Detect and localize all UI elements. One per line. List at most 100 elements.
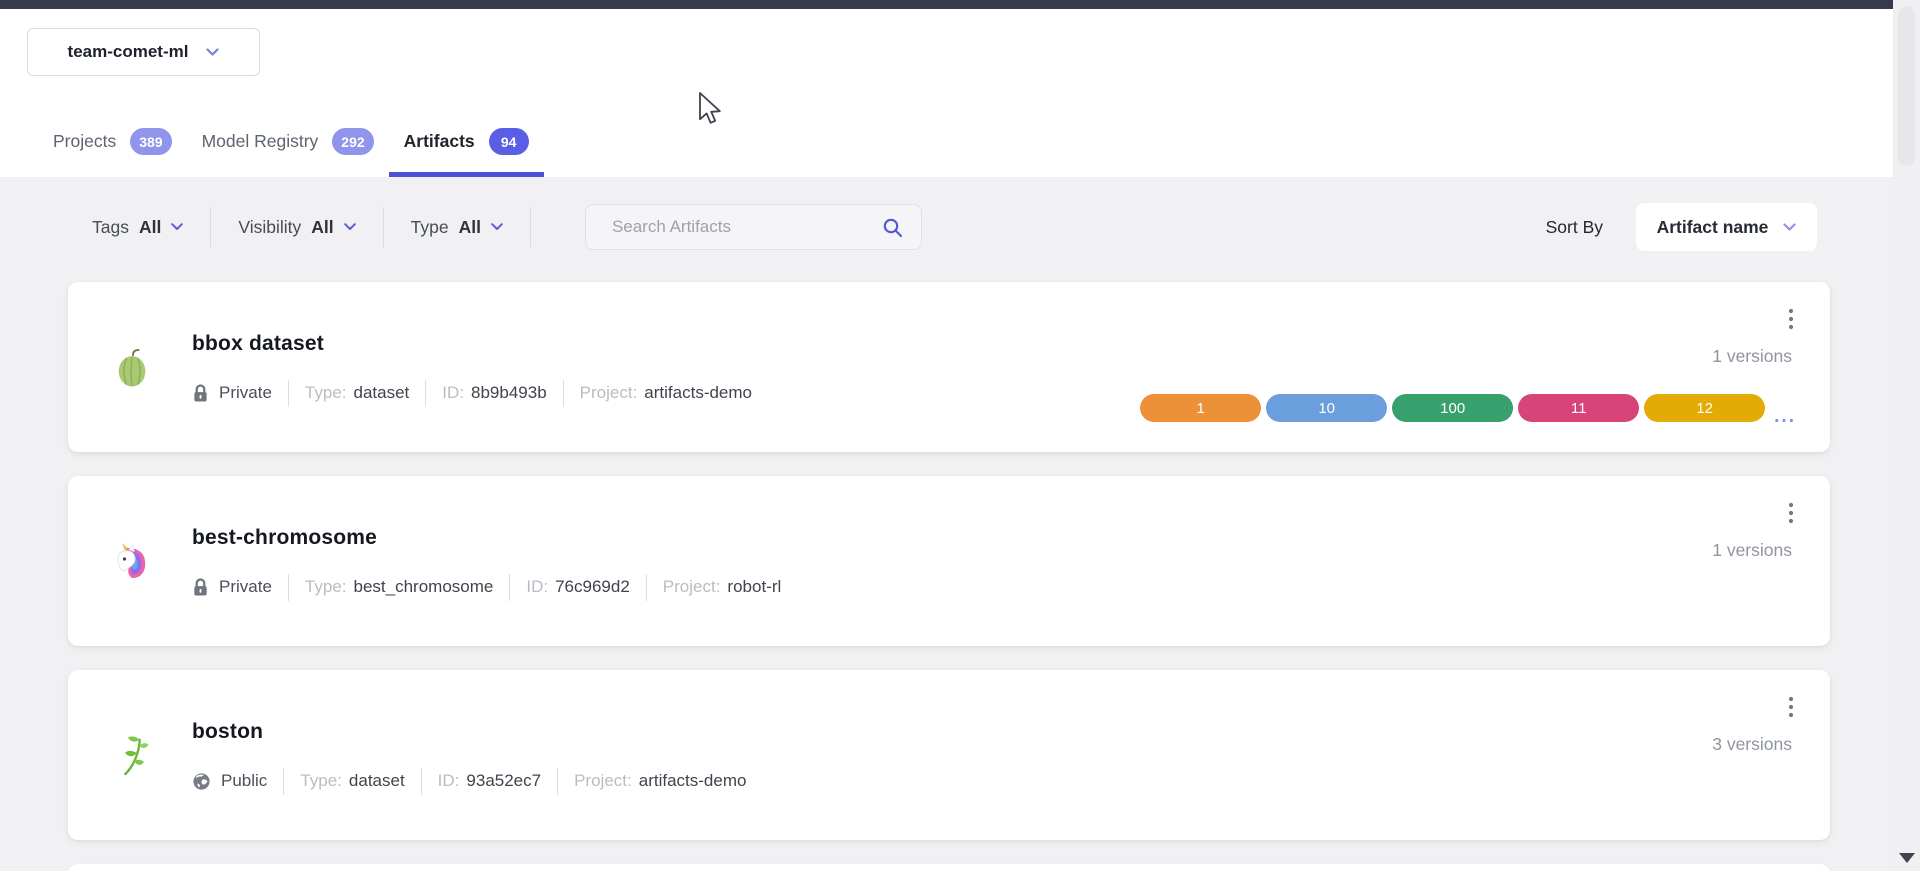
filter-label: Visibility [238,217,301,238]
artifact-emoji [112,733,154,777]
versions-count: 3 versions [1712,734,1792,755]
workspace-header: team-comet-ml Projects 389 Model Registr… [0,9,1893,177]
chevron-down-icon [344,223,356,231]
tag-pill-12[interactable]: 12 [1644,394,1765,422]
artifact-list: bbox dataset Private Type:dataset [68,282,1830,871]
herb-icon [114,733,152,777]
divider [421,768,422,795]
divider [646,574,647,601]
id-field: ID:76c969d2 [526,577,629,597]
tag-pill-100[interactable]: 100 [1392,394,1513,422]
tab-model-registry[interactable]: Model Registry 292 [187,119,389,177]
filter-label: Tags [92,217,129,238]
card-body: best-chromosome Private Type:best_chrom [192,522,781,601]
divider [283,768,284,795]
globe-icon [192,772,211,791]
id-field: ID:93a52ec7 [438,771,541,791]
lock-icon [192,383,209,404]
filter-bar: Tags All Visibility All Type All Sort By [0,203,1893,251]
divider [557,768,558,795]
card-menu-button[interactable] [1782,304,1800,339]
filter-divider [210,207,211,247]
visibility: Private [192,383,272,404]
search-icon[interactable] [882,217,903,238]
artifact-title: bbox dataset [192,332,752,356]
filter-value: All [311,217,333,238]
tab-projects[interactable]: Projects 389 [38,119,187,177]
vertical-scrollbar[interactable] [1893,0,1920,871]
artifact-emoji [112,541,154,581]
workspace-name: team-comet-ml [68,42,189,62]
tab-count-badge: 94 [489,128,529,155]
tags-overflow[interactable]: ... [1774,412,1796,422]
chevron-down-icon [491,223,503,231]
artifact-meta: Private Type:dataset ID:8b9b493b Project… [192,380,752,407]
tab-count-badge: 389 [130,128,171,155]
visibility-label: Private [219,577,272,597]
unicorn-icon [113,541,153,581]
visibility-label: Private [219,383,272,403]
filter-dropdown-visibility[interactable]: Visibility All [238,217,355,238]
artifact-card-best-chromosome[interactable]: best-chromosome Private Type:best_chrom [68,476,1830,646]
versions-count: 1 versions [1712,346,1792,367]
tab-label: Artifacts [404,131,475,152]
artifact-emoji [112,346,154,389]
card-menu-button[interactable] [1782,498,1800,533]
artifact-card-bbox-dataset[interactable]: bbox dataset Private Type:dataset [68,282,1830,452]
tag-pill-11[interactable]: 11 [1518,394,1639,422]
divider [425,380,426,407]
tags-row: 1101001112... [1140,394,1796,422]
sort-value: Artifact name [1657,217,1769,238]
filter-value: All [139,217,161,238]
artifact-meta: Private Type:best_chromosome ID:76c969d2… [192,574,781,601]
filter-dropdown-tags[interactable]: Tags All [92,217,183,238]
divider [509,574,510,601]
divider [563,380,564,407]
filter-dropdowns: Tags All Visibility All Type All [92,207,558,247]
project-field: Project:robot-rl [663,577,782,597]
sort-select[interactable]: Artifact name [1636,203,1817,251]
melon-icon [114,346,152,389]
type-field: Type:best_chromosome [305,577,493,597]
visibility: Public [192,771,267,791]
filter-divider [530,207,531,247]
artifact-title: best-chromosome [192,526,781,550]
chevron-down-icon [1783,223,1796,232]
search-input[interactable] [612,217,882,237]
top-accent-bar [0,0,1893,9]
project-field: Project:artifacts-demo [574,771,746,791]
type-field: Type:dataset [305,383,409,403]
id-field: ID:8b9b493b [442,383,546,403]
tab-label: Projects [53,131,116,152]
card-body: boston Public Type:dataset [192,716,746,795]
tab-count-badge: 292 [332,128,373,155]
card-menu-button[interactable] [1782,692,1800,727]
visibility-label: Public [221,771,267,791]
type-field: Type:dataset [300,771,404,791]
card-body: bbox dataset Private Type:dataset [192,328,752,407]
artifact-card-partial[interactable] [68,864,1830,871]
scrollbar-thumb[interactable] [1898,6,1915,166]
divider [288,380,289,407]
filter-label: Type [411,217,449,238]
sort-group: Sort By Artifact name [1546,203,1817,251]
divider [288,574,289,601]
filter-divider [383,207,384,247]
tab-label: Model Registry [202,131,319,152]
tag-pill-10[interactable]: 10 [1266,394,1387,422]
artifact-title: boston [192,720,746,744]
tabs: Projects 389 Model Registry 292 Artifact… [38,119,544,177]
sort-by-label: Sort By [1546,217,1603,238]
workspace-selector[interactable]: team-comet-ml [27,28,260,76]
filter-dropdown-type[interactable]: Type All [411,217,503,238]
chevron-down-icon [171,223,183,231]
artifact-meta: Public Type:dataset ID:93a52ec7 Project:… [192,768,746,795]
tag-pill-1[interactable]: 1 [1140,394,1261,422]
artifact-card-boston[interactable]: boston Public Type:dataset [68,670,1830,840]
tab-artifacts[interactable]: Artifacts 94 [389,119,544,177]
scrollbar-down-arrow-icon[interactable] [1899,853,1915,863]
visibility: Private [192,577,272,598]
chevron-down-icon [206,48,219,57]
artifacts-page: Tags All Visibility All Type All Sort By [0,177,1893,871]
search-box [585,204,922,250]
